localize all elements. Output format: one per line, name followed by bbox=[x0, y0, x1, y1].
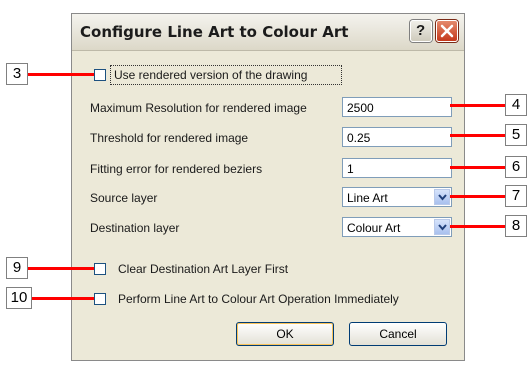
title-bar[interactable]: Configure Line Art to Colour Art ? bbox=[72, 14, 464, 51]
destination-layer-value: Colour Art bbox=[347, 221, 401, 235]
fitting-error-input[interactable]: 1 bbox=[342, 158, 452, 178]
source-layer-label: Source layer bbox=[90, 191, 158, 205]
clear-destination-label: Clear Destination Art Layer First bbox=[118, 262, 289, 276]
fitting-error-label: Fitting error for rendered beziers bbox=[90, 162, 263, 176]
cancel-button[interactable]: Cancel bbox=[349, 322, 447, 346]
callout-3: 3 bbox=[6, 63, 28, 85]
callout-line bbox=[450, 134, 505, 137]
max-resolution-label: Maximum Resolution for rendered image bbox=[90, 101, 307, 115]
use-rendered-checkbox[interactable] bbox=[94, 69, 106, 81]
close-button[interactable] bbox=[436, 20, 458, 42]
threshold-input[interactable]: 0.25 bbox=[342, 127, 452, 147]
ok-button[interactable]: OK bbox=[236, 322, 334, 346]
callout-line bbox=[28, 267, 94, 270]
dialog-title: Configure Line Art to Colour Art bbox=[80, 23, 349, 41]
source-layer-value: Line Art bbox=[347, 191, 388, 205]
callout-4: 4 bbox=[505, 94, 527, 116]
close-icon bbox=[440, 24, 454, 38]
perform-immediately-label: Perform Line Art to Colour Art Operation… bbox=[118, 292, 399, 306]
callout-line bbox=[450, 166, 505, 169]
source-layer-select[interactable]: Line Art bbox=[342, 187, 452, 207]
callout-8: 8 bbox=[505, 215, 527, 237]
callout-5: 5 bbox=[505, 124, 527, 146]
max-resolution-input[interactable]: 2500 bbox=[342, 97, 452, 117]
chevron-down-icon[interactable] bbox=[434, 189, 450, 205]
threshold-label: Threshold for rendered image bbox=[90, 131, 249, 145]
callout-9: 9 bbox=[6, 257, 28, 279]
callout-line bbox=[32, 297, 94, 300]
help-icon: ? bbox=[416, 22, 426, 39]
perform-immediately-checkbox[interactable] bbox=[94, 293, 106, 305]
callout-7: 7 bbox=[505, 185, 527, 207]
callout-line bbox=[28, 73, 94, 76]
callout-line bbox=[450, 104, 505, 107]
destination-layer-label: Destination layer bbox=[90, 221, 180, 235]
chevron-down-icon[interactable] bbox=[434, 219, 450, 235]
callout-line bbox=[450, 195, 505, 198]
configure-dialog: Configure Line Art to Colour Art ? Use r… bbox=[71, 13, 465, 361]
callout-10: 10 bbox=[6, 287, 32, 309]
help-button[interactable]: ? bbox=[410, 20, 432, 42]
destination-layer-select[interactable]: Colour Art bbox=[342, 217, 452, 237]
callout-line bbox=[450, 225, 505, 228]
callout-6: 6 bbox=[505, 156, 527, 178]
use-rendered-label: Use rendered version of the drawing bbox=[114, 68, 308, 82]
clear-destination-checkbox[interactable] bbox=[94, 263, 106, 275]
